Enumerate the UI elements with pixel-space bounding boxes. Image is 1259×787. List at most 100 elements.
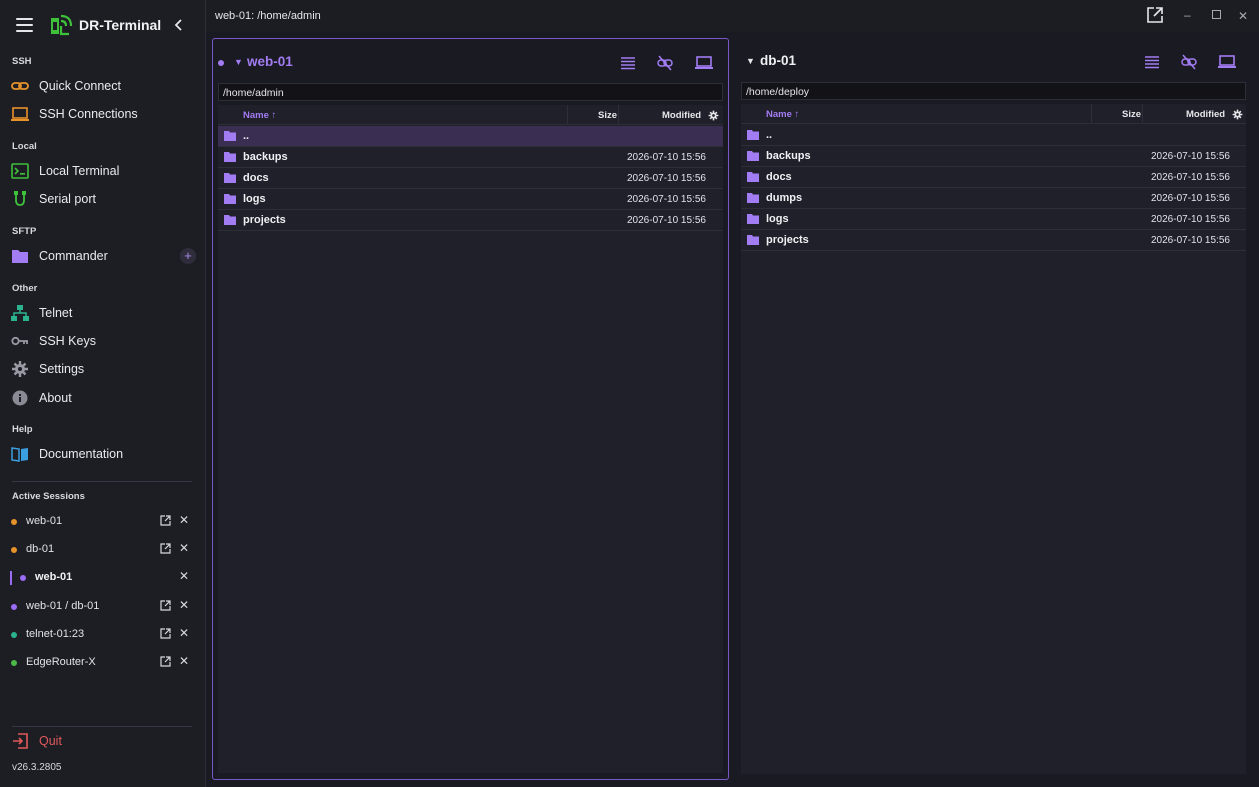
close-session-icon[interactable]: ✕ [179,598,189,612]
file-modified: 2026-07-10 15:56 [627,215,706,226]
table-row[interactable]: backups 2026-07-10 15:56 [741,146,1246,167]
sidebar-item-documentation[interactable]: Documentation [0,440,206,468]
table-row[interactable]: logs 2026-07-10 15:56 [218,189,723,210]
table-row[interactable]: projects 2026-07-10 15:56 [218,210,723,231]
window-title: web-01: /home/admin [215,10,321,22]
section-help: Help [12,424,33,435]
maximize-icon[interactable] [1212,10,1221,19]
folder-icon [747,151,759,161]
session-status-dot [11,547,17,553]
column-header-modified[interactable]: Modified [662,110,701,121]
sidebar-item-ssh-keys[interactable]: SSH Keys [0,327,206,355]
file-name: projects [243,214,286,226]
column-header-size[interactable]: Size [598,110,617,121]
section-ssh: SSH [12,56,32,67]
column-header-name[interactable]: Name ↑ [766,109,799,120]
table-row[interactable]: projects 2026-07-10 15:56 [741,230,1246,251]
pane-host[interactable]: db-01 [760,53,796,68]
close-session-icon[interactable]: ✕ [179,541,189,555]
path-field[interactable]: /home/deploy [741,82,1246,100]
minimize-icon[interactable]: – [1184,8,1191,22]
list-view-icon[interactable] [620,55,636,71]
table-row[interactable]: docs 2026-07-10 15:56 [218,168,723,189]
column-header-name[interactable]: Name ↑ [243,110,276,121]
column-header-size[interactable]: Size [1122,109,1141,120]
file-name: backups [766,150,811,162]
column-settings-gear-icon[interactable] [708,110,719,121]
session-item[interactable]: web-01 / db-01 ✕ [0,594,206,620]
open-external-icon[interactable] [160,656,171,667]
table-row[interactable]: .. [218,126,723,147]
file-name: projects [766,234,809,246]
table-row[interactable]: logs 2026-07-10 15:56 [741,209,1246,230]
info-icon [12,390,28,406]
caret-down-icon[interactable]: ▼ [234,57,243,67]
folder-icon [224,173,236,183]
open-external-icon[interactable] [160,543,171,554]
table-row[interactable]: .. [741,125,1246,146]
section-sftp: SFTP [12,226,37,237]
session-name: web-01 [26,515,63,527]
quit-button[interactable]: Quit [0,730,206,752]
table-row[interactable]: backups 2026-07-10 15:56 [218,147,723,168]
sidebar-item-local-terminal[interactable]: Local Terminal [0,157,206,185]
session-item[interactable]: db-01 ✕ [0,537,206,563]
collapse-sidebar-chevron-icon[interactable] [170,16,188,34]
sidebar-item-settings[interactable]: Settings [0,355,206,383]
laptop-icon[interactable] [695,55,713,71]
hamburger-menu-icon[interactable] [16,18,33,32]
sidebar-item-label: Telnet [39,306,73,320]
add-commander-button[interactable]: + [180,248,196,264]
right-file-pane: ▼ db-01 /home/deploy Name ↑ Size Modifie… [737,38,1251,780]
session-status-dot [20,575,26,581]
list-view-icon[interactable] [1144,54,1160,70]
open-external-icon[interactable] [1147,7,1163,23]
close-session-icon[interactable]: ✕ [179,569,189,583]
disconnect-link-icon[interactable] [657,55,673,71]
caret-down-icon[interactable]: ▼ [746,56,755,66]
column-header-modified[interactable]: Modified [1186,109,1225,120]
network-tree-icon [11,305,29,321]
pane-header: ▼ db-01 [737,48,1251,76]
file-name: .. [766,129,773,141]
column-settings-gear-icon[interactable] [1232,109,1243,120]
session-item[interactable]: telnet-01:23 ✕ [0,622,206,648]
folder-icon [224,194,236,204]
app-version: v26.3.2805 [12,762,62,773]
close-session-icon[interactable]: ✕ [179,654,189,668]
sidebar-item-ssh-connections[interactable]: SSH Connections [0,100,206,128]
table-row[interactable]: docs 2026-07-10 15:56 [741,167,1246,188]
book-icon [11,447,28,462]
session-item-active[interactable]: web-01 ✕ [0,565,206,591]
quit-label: Quit [39,734,62,748]
serial-cable-icon [14,191,26,206]
file-modified: 2026-07-10 15:56 [627,194,706,205]
open-external-icon[interactable] [160,628,171,639]
folder-icon [224,131,236,141]
session-item[interactable]: EdgeRouter-X ✕ [0,650,206,676]
file-modified: 2026-07-10 15:56 [1151,193,1230,204]
left-file-pane: ▼ web-01 /home/admin Name ↑ Size Modifie… [212,38,729,780]
open-external-icon[interactable] [160,515,171,526]
path-field[interactable]: /home/admin [218,83,723,101]
laptop-icon[interactable] [1218,54,1236,70]
section-local: Local [12,141,37,152]
session-item[interactable]: web-01 ✕ [0,509,206,535]
sidebar-item-about[interactable]: About [0,384,206,412]
table-row[interactable]: dumps 2026-07-10 15:56 [741,188,1246,209]
sidebar-item-serial-port[interactable]: Serial port [0,185,206,213]
sidebar-item-commander[interactable]: Commander + [0,242,206,270]
close-session-icon[interactable]: ✕ [179,513,189,527]
sidebar-item-quick-connect[interactable]: Quick Connect [0,72,206,100]
pane-host[interactable]: web-01 [247,54,293,69]
disconnect-link-icon[interactable] [1181,54,1197,70]
sidebar-item-telnet[interactable]: Telnet [0,299,206,327]
active-indicator [10,571,12,585]
file-name: logs [243,193,266,205]
close-window-icon[interactable]: ✕ [1238,9,1248,23]
close-session-icon[interactable]: ✕ [179,626,189,640]
folder-icon [747,172,759,182]
sidebar-item-label: SSH Keys [39,334,96,348]
sidebar-item-label: Commander [39,249,108,263]
open-external-icon[interactable] [160,600,171,611]
